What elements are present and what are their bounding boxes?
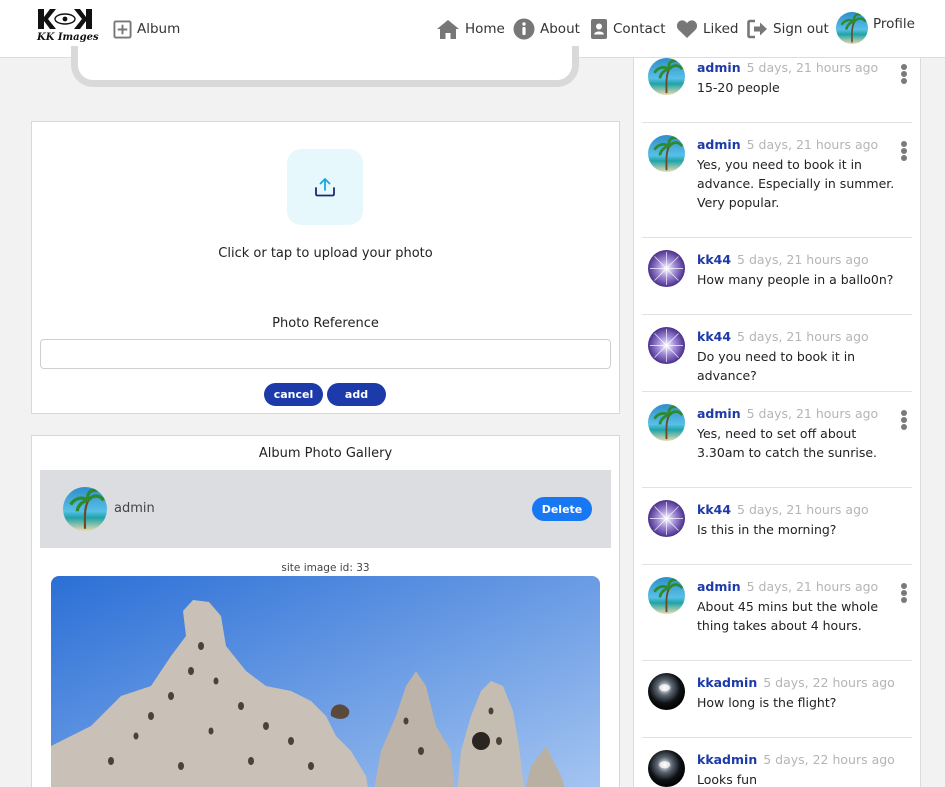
- comment-time: 5 days, 21 hours ago: [746, 137, 879, 152]
- post-owner-name[interactable]: admin: [114, 501, 155, 516]
- comment-user[interactable]: kk44: [697, 329, 731, 344]
- comment-text: How long is the flight?: [697, 695, 837, 710]
- sign-out-icon: [747, 19, 767, 39]
- comment-item: admin 5 days, 21 hours ago 15-20 people: [642, 58, 912, 123]
- avatar[interactable]: [648, 135, 685, 172]
- upload-tray-icon: [315, 178, 335, 197]
- comment-user[interactable]: admin: [697, 137, 741, 152]
- comment-text: 15-20 people: [697, 80, 780, 95]
- rock-formation-image: [51, 576, 600, 787]
- previous-card-edge: [71, 46, 579, 87]
- comment-time: 5 days, 22 hours ago: [763, 675, 895, 690]
- comment-item: admin 5 days, 21 hours ago About 45 mins …: [642, 565, 912, 661]
- comment-item: admin 5 days, 21 hours ago Yes, you need …: [642, 123, 912, 238]
- avatar[interactable]: [648, 750, 685, 787]
- gallery-title: Album Photo Gallery: [258, 446, 393, 461]
- nav-home-label: Home: [465, 21, 505, 37]
- avatar[interactable]: [648, 404, 685, 441]
- comment-user[interactable]: admin: [697, 60, 741, 75]
- address-book-icon: [591, 19, 607, 39]
- comment-text: About 45 mins but the whole thing takes …: [697, 599, 879, 633]
- comments-panel: admin 5 days, 21 hours ago 15-20 people a…: [633, 58, 921, 787]
- comment-menu-icon[interactable]: [898, 141, 910, 175]
- comment-item: kk44 5 days, 21 hours ago How many people…: [642, 238, 912, 315]
- nav-liked[interactable]: Liked: [676, 16, 738, 42]
- nav-home[interactable]: Home: [436, 16, 505, 42]
- comment-time: 5 days, 21 hours ago: [746, 60, 879, 75]
- add-button[interactable]: add: [327, 383, 386, 406]
- comment-text: Looks fun: [697, 772, 758, 787]
- nav-album[interactable]: Album: [113, 16, 180, 42]
- upload-card: Click or tap to upload your photo Photo …: [31, 121, 620, 414]
- comment-text: Is this in the morning?: [697, 522, 837, 537]
- album-photo[interactable]: [51, 576, 600, 787]
- nav-album-label: Album: [137, 21, 181, 37]
- nav-contact[interactable]: Contact: [590, 16, 666, 42]
- logo-text: KK Images: [37, 32, 99, 43]
- nav-signout-label: Sign out: [773, 21, 829, 37]
- album-gallery-card: Album Photo Gallery admin Delete site im…: [31, 435, 620, 787]
- avatar[interactable]: [648, 500, 685, 537]
- avatar[interactable]: [648, 673, 685, 710]
- photo-reference-label: Photo Reference: [272, 316, 379, 331]
- logo-mark-icon: [38, 9, 92, 29]
- avatar[interactable]: [648, 58, 685, 95]
- comment-time: 5 days, 22 hours ago: [763, 752, 895, 767]
- comment-time: 5 days, 21 hours ago: [737, 502, 869, 517]
- comment-user[interactable]: admin: [697, 406, 741, 421]
- comment-menu-icon[interactable]: [898, 583, 910, 617]
- nav-profile-label: Profile: [873, 16, 915, 32]
- site-image-id: site image id: 33: [281, 562, 370, 574]
- nav-contact-label: Contact: [613, 21, 666, 37]
- nav-about-label: About: [540, 21, 580, 37]
- avatar[interactable]: [648, 327, 685, 364]
- comment-user[interactable]: kkadmin: [697, 752, 757, 767]
- gallery-post-header: admin Delete: [40, 470, 611, 548]
- comment-item: admin 5 days, 21 hours ago Yes, need to s…: [642, 392, 912, 488]
- info-circle-icon: [513, 18, 535, 40]
- comment-text: Do you need to book it in advance?: [697, 349, 856, 383]
- comment-text: Yes, you need to book it in advance. Esp…: [697, 157, 895, 210]
- cancel-button[interactable]: cancel: [264, 383, 323, 406]
- delete-button[interactable]: Delete: [532, 497, 592, 521]
- nav-signout[interactable]: Sign out: [747, 16, 829, 42]
- photo-reference-input[interactable]: [40, 339, 611, 369]
- comment-user[interactable]: admin: [697, 579, 741, 594]
- comment-item: kk44 5 days, 21 hours ago Is this in the …: [642, 488, 912, 565]
- avatar[interactable]: [63, 487, 107, 531]
- comment-time: 5 days, 21 hours ago: [737, 329, 869, 344]
- comment-menu-icon[interactable]: [898, 410, 910, 444]
- upload-button[interactable]: [287, 149, 363, 225]
- comment-time: 5 days, 21 hours ago: [746, 579, 879, 594]
- comment-item: kkadmin 5 days, 22 hours ago Looks fun: [642, 738, 912, 787]
- nav-profile[interactable]: Profile: [836, 12, 915, 44]
- comment-user[interactable]: kk44: [697, 252, 731, 267]
- nav-liked-label: Liked: [703, 21, 739, 37]
- brand-logo[interactable]: KK Images: [34, 8, 99, 46]
- comment-text: How many people in a ballo0n?: [697, 272, 894, 287]
- avatar[interactable]: [648, 250, 685, 287]
- comment-item: kk44 5 days, 21 hours ago Do you need to …: [642, 315, 912, 392]
- upload-prompt: Click or tap to upload your photo: [218, 246, 433, 261]
- profile-avatar: [836, 12, 868, 44]
- house-icon: [437, 19, 459, 39]
- avatar[interactable]: [648, 577, 685, 614]
- comment-text: Yes, need to set off about 3.30am to cat…: [697, 426, 877, 460]
- comment-user[interactable]: kk44: [697, 502, 731, 517]
- plus-square-icon: [113, 19, 132, 39]
- comment-time: 5 days, 21 hours ago: [746, 406, 879, 421]
- comment-time: 5 days, 21 hours ago: [737, 252, 869, 267]
- nav-about[interactable]: About: [513, 16, 580, 42]
- comment-item: kkadmin 5 days, 22 hours ago How long is …: [642, 661, 912, 738]
- heart-icon: [676, 20, 698, 38]
- comment-user[interactable]: kkadmin: [697, 675, 757, 690]
- comment-menu-icon[interactable]: [898, 64, 910, 98]
